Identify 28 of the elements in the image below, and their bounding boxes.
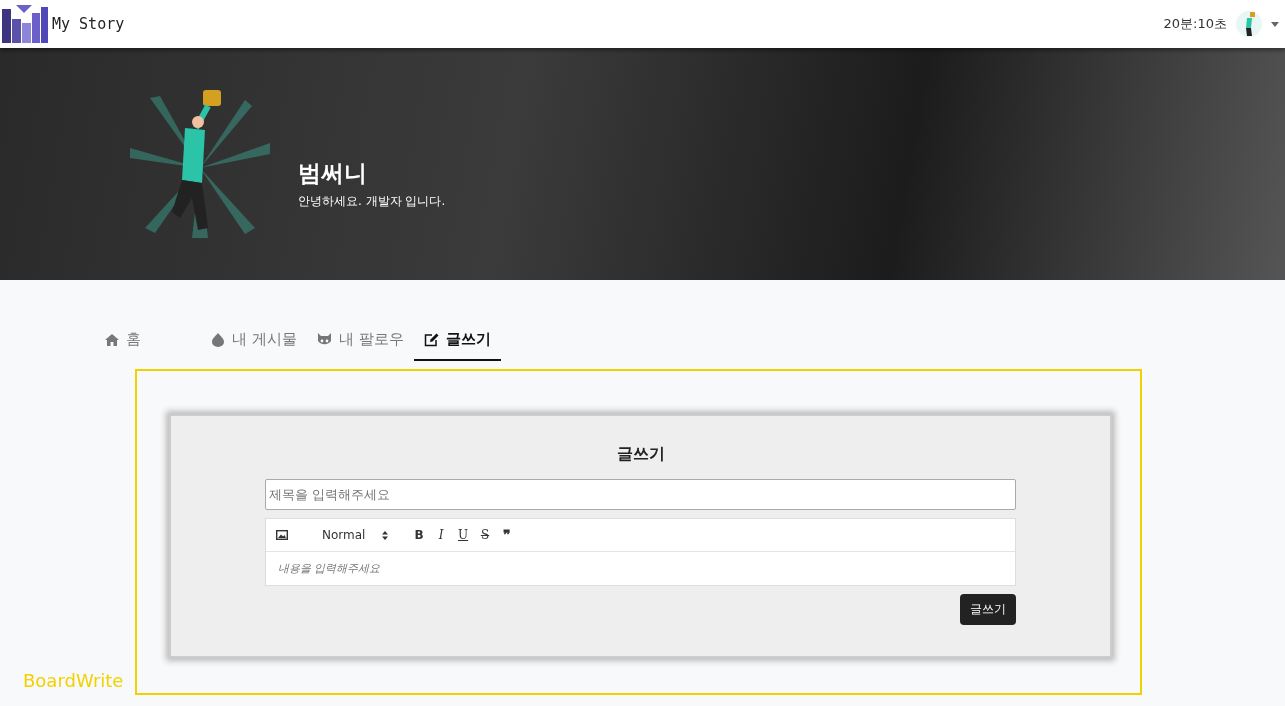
content-field[interactable]: 내용을 입력해주세요 <box>266 552 1015 585</box>
nav-tab[interactable]: 글쓰기 <box>413 324 501 361</box>
nav-tab[interactable]: 홈 <box>95 324 151 361</box>
nav-tab[interactable]: 내 게시물 <box>201 324 307 361</box>
format-dropdown[interactable]: Normal <box>312 528 396 542</box>
form-title: 글쓰기 <box>616 444 665 465</box>
image-icon[interactable] <box>276 530 288 540</box>
nav-tab[interactable]: 내 팔로우 <box>306 324 414 361</box>
format-button[interactable]: U <box>452 528 474 542</box>
edit-icon <box>423 332 439 347</box>
caret-icon[interactable] <box>1271 21 1279 27</box>
profile-name: 범써니 <box>298 159 368 188</box>
format-button[interactable]: I <box>430 528 452 542</box>
logo-icon[interactable] <box>2 5 48 43</box>
format-button[interactable]: B <box>408 528 430 542</box>
site-title[interactable]: My Story <box>52 15 125 33</box>
home-icon <box>105 333 119 346</box>
format-button[interactable]: ❞ <box>496 527 518 543</box>
timer: 20분:10초 <box>1163 15 1227 33</box>
updown-icon <box>382 530 388 540</box>
component-label: BoardWrite <box>22 670 125 693</box>
cat-icon <box>316 333 332 346</box>
avatar-icon[interactable] <box>1235 10 1263 38</box>
title-field[interactable]: 제목을 입력해주세요 <box>265 479 1016 510</box>
profile-greeting: 안녕하세요. 개발자 입니다. <box>298 193 446 210</box>
submit-button[interactable]: 글쓰기 <box>960 594 1016 625</box>
format-button[interactable]: S <box>474 528 496 542</box>
drop-icon <box>211 332 225 347</box>
